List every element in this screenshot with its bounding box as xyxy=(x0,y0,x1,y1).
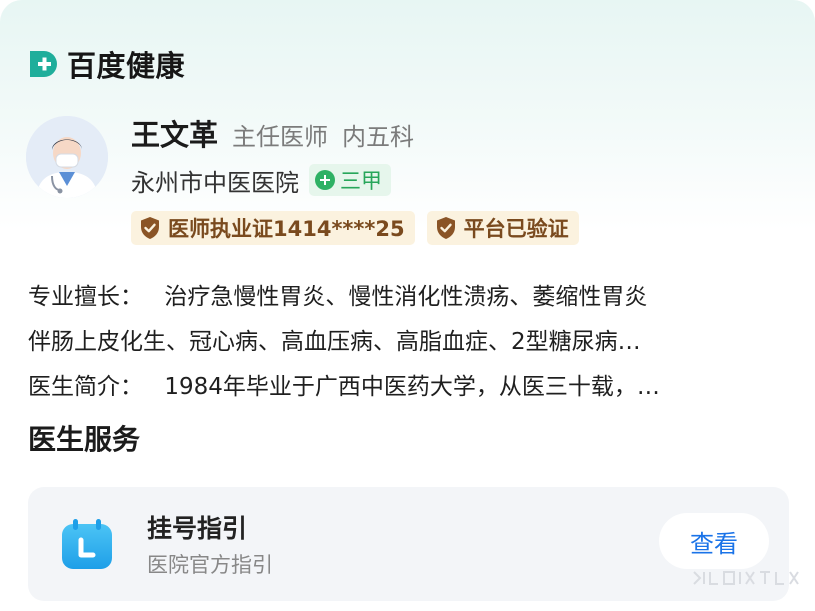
registration-guide-card[interactable]: 挂号指引 医院官方指引 查看 xyxy=(28,487,789,601)
hospital-name[interactable]: 永州市中医医院 xyxy=(131,163,299,198)
doctor-avatar-icon xyxy=(26,116,108,198)
view-button[interactable]: 查看 xyxy=(659,513,769,569)
license-label: 医师执业证1414****25 xyxy=(168,217,405,241)
certification-row: 医师执业证1414****25 平台已验证 xyxy=(131,210,579,246)
doctor-name-row: 王文革 主任医师 内五科 xyxy=(131,112,414,152)
services-section-title: 医生服务 xyxy=(28,423,141,456)
plus-circle-icon xyxy=(315,170,335,190)
shield-check-icon xyxy=(436,217,455,239)
intro-label: 医生简介： xyxy=(28,374,143,400)
calendar-icon xyxy=(61,518,113,570)
baidu-health-logo-icon xyxy=(27,47,61,81)
specialty-line-2[interactable]: 伴肠上皮化生、冠心病、高血压病、高脂血症、2型糖尿病… xyxy=(28,322,641,356)
shield-check-icon xyxy=(141,217,159,239)
service-title: 挂号指引 xyxy=(147,514,248,543)
verified-label: 平台已验证 xyxy=(463,217,569,241)
hospital-grade-badge: 三甲 xyxy=(309,164,391,196)
doctor-avatar[interactable] xyxy=(26,116,108,198)
specialty-text-2: 伴肠上皮化生、冠心病、高血压病、高脂血症、2型糖尿病… xyxy=(28,329,641,355)
specialty-line-1[interactable]: 专业擅长： 治疗急慢性胃炎、慢性消化性溃疡、萎缩性胃炎 xyxy=(28,277,647,311)
intro-line[interactable]: 医生简介： 1984年毕业于广西中医药大学，从医三十载，… xyxy=(28,367,660,401)
intro-text: 1984年毕业于广西中医药大学，从医三十载，… xyxy=(164,374,660,400)
hospital-row: 永州市中医医院 三甲 xyxy=(131,162,391,198)
brand-header: 百度健康 xyxy=(27,44,185,84)
doctor-name: 王文革 xyxy=(131,118,219,152)
watermark-icon xyxy=(693,571,799,585)
brand-name: 百度健康 xyxy=(67,49,186,83)
doctor-title: 主任医师 xyxy=(232,123,329,151)
doctor-profile-page: 百度健康 王文革 主任医师 内五科 永州市中医医院 三甲 医师执业证1414**… xyxy=(0,0,815,611)
verified-badge: 平台已验证 xyxy=(426,211,579,245)
hospital-grade-label: 三甲 xyxy=(340,169,382,193)
specialty-label: 专业擅长： xyxy=(28,284,143,310)
license-badge: 医师执业证1414****25 xyxy=(131,211,415,245)
specialty-text-1: 治疗急慢性胃炎、慢性消化性溃疡、萎缩性胃炎 xyxy=(164,284,648,310)
service-subtitle: 医院官方指引 xyxy=(147,553,273,577)
doctor-department: 内五科 xyxy=(342,123,415,151)
